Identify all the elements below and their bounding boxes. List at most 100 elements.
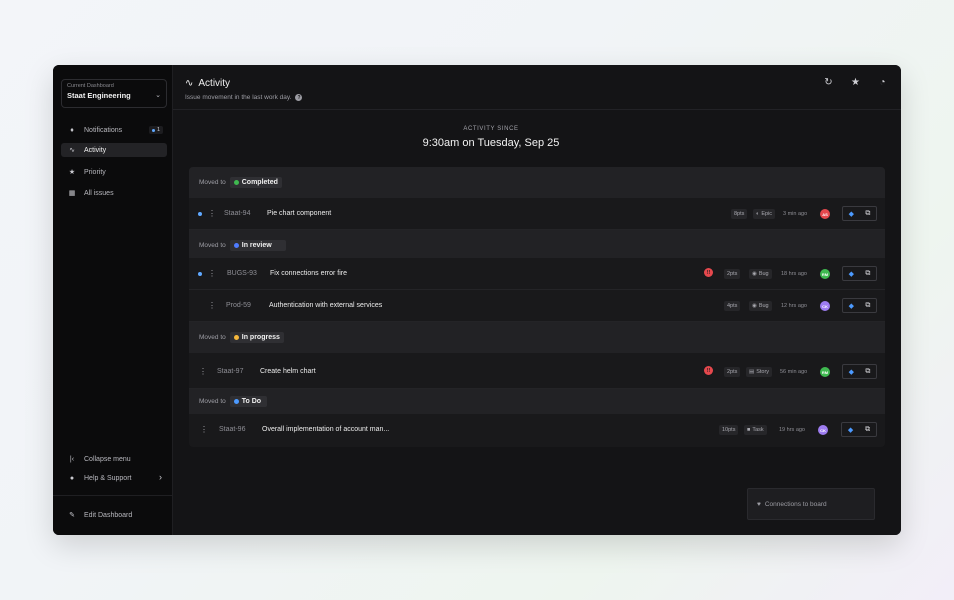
chevron-right-icon[interactable]: › — [159, 472, 162, 482]
status-badge: In review — [229, 240, 286, 251]
jira-icon[interactable]: ◆ — [849, 368, 854, 376]
avatar[interactable]: CK — [820, 301, 830, 311]
avatar[interactable]: RM — [820, 269, 830, 279]
page-subtitle-text: Issue movement in the last work day. — [185, 94, 292, 101]
sidebar-item-label: Activity — [84, 146, 107, 154]
help-icon[interactable]: ? — [295, 94, 303, 101]
jira-icon[interactable]: ◆ — [849, 270, 854, 278]
row-actions: ◆ ⧉ — [841, 422, 877, 437]
type-badge: ■ Task — [744, 425, 767, 435]
edit-dashboard-button[interactable]: ✎ Edit Dashboard — [61, 508, 167, 522]
sidebar: Current Dashboard Staat Engineering ⌄ ♦ … — [53, 65, 173, 535]
sidebar-item-label: Priority — [84, 168, 106, 176]
external-link-icon[interactable]: ⧉ — [865, 270, 870, 278]
unread-dot — [151, 128, 155, 132]
bug-icon: ◉ — [752, 303, 757, 309]
notification-count: 1 — [156, 127, 160, 133]
avatar[interactable]: AS — [820, 209, 830, 219]
group-prefix: Moved to — [199, 398, 226, 405]
issue-key[interactable]: Prod-59 — [226, 302, 251, 309]
external-link-icon[interactable]: ⧉ — [865, 368, 870, 376]
divider — [53, 495, 173, 496]
help-support-label: Help & Support — [84, 474, 132, 482]
jira-icon[interactable]: ◆ — [849, 302, 854, 310]
issue-key[interactable]: Staat-97 — [217, 368, 243, 375]
type-label: Bug — [758, 271, 769, 277]
sidebar-item-priority[interactable]: ★ Priority — [61, 165, 167, 179]
drag-handle-icon[interactable]: ⋮ — [208, 301, 216, 310]
issue-title[interactable]: Authentication with external services — [269, 302, 382, 309]
collapse-menu-button[interactable]: |‹ Collapse menu — [61, 452, 167, 466]
timestamp: 12 hrs ago — [781, 303, 807, 309]
priority-icon: !! — [704, 268, 713, 277]
issue-key[interactable]: Staat-94 — [224, 210, 250, 217]
issue-title[interactable]: Fix connections error fire — [270, 270, 347, 277]
group-header-in-review: Moved to In review — [189, 230, 885, 261]
status-dot — [233, 243, 239, 248]
table-row[interactable]: ⋮ BUGS-93 Fix connections error fire !! … — [189, 258, 885, 290]
grid-icon: ▦ — [68, 190, 76, 197]
jira-icon[interactable]: ◆ — [848, 426, 853, 434]
page-subtitle: Issue movement in the last work day. ? — [185, 94, 303, 101]
collapse-icon: |‹ — [69, 455, 75, 463]
status-dot — [233, 399, 239, 404]
refresh-icon[interactable]: ↻ — [822, 77, 835, 88]
row-actions: ◆ ⧉ — [842, 298, 877, 313]
activity-icon: ∿ — [185, 78, 194, 89]
group-header-to-do: Moved to To Do — [189, 389, 885, 414]
timestamp: 56 min ago — [780, 369, 808, 375]
epic-icon: ◐ — [756, 211, 760, 217]
issue-key[interactable]: Staat-96 — [219, 426, 245, 433]
external-link-icon[interactable]: ⧉ — [865, 426, 870, 434]
status-label: In progress — [241, 334, 280, 341]
issue-key[interactable]: BUGS-93 — [227, 270, 257, 277]
connections-toast[interactable]: ♥ Connections to board — [747, 488, 875, 520]
status-label: In review — [241, 242, 272, 249]
drag-handle-icon[interactable]: ⋮ — [199, 367, 207, 376]
activity-board: Moved to Completed ⋮ Staat-94 Pie chart … — [189, 167, 885, 447]
group-header-completed: Moved to Completed — [189, 167, 885, 198]
drag-handle-icon[interactable]: ⋮ — [208, 269, 216, 278]
external-link-icon[interactable]: ⧉ — [865, 210, 870, 218]
sidebar-item-all-issues[interactable]: ▦ All issues — [61, 186, 167, 200]
external-link-icon[interactable]: ⧉ — [865, 302, 870, 310]
group-prefix: Moved to — [199, 334, 226, 341]
row-actions: ◆ ⧉ — [842, 206, 877, 221]
edit-dashboard-label: Edit Dashboard — [84, 511, 133, 519]
sidebar-item-notifications[interactable]: ♦ Notifications 1 — [61, 123, 167, 137]
app-window: Current Dashboard Staat Engineering ⌄ ♦ … — [53, 65, 901, 535]
type-badge: ◉ Bug — [749, 301, 772, 311]
table-row[interactable]: ⋮ Staat-96 Overall implementation of acc… — [189, 414, 885, 447]
help-support-button[interactable]: ● Help & Support — [61, 471, 167, 485]
dashboard-select-value: Staat Engineering — [67, 91, 131, 100]
jira-icon[interactable]: ◆ — [849, 210, 854, 218]
status-dot — [233, 180, 239, 185]
drag-handle-icon[interactable]: ⋮ — [208, 209, 216, 218]
table-row[interactable]: ⋮ Staat-97 Create helm chart !! 2pts ▤ St… — [189, 353, 885, 389]
timestamp: 18 hrs ago — [781, 271, 807, 277]
sidebar-item-activity[interactable]: ∿ Activity — [61, 143, 167, 157]
avatar[interactable]: RM — [820, 367, 830, 377]
points-badge: 2pts — [724, 269, 741, 279]
points-badge: 4pts — [724, 301, 741, 311]
type-label: Story — [756, 369, 770, 375]
chevron-down-icon: ⌄ — [155, 92, 161, 99]
avatar[interactable]: CK — [818, 425, 828, 435]
issue-title[interactable]: Pie chart component — [267, 210, 331, 217]
unread-dot — [198, 272, 202, 276]
type-badge: ◉ Bug — [749, 269, 772, 279]
star-icon[interactable]: ★ — [849, 77, 862, 88]
bell-icon: ♦ — [70, 126, 74, 134]
group-prefix: Moved to — [199, 242, 226, 249]
row-actions: ◆ ⧉ — [842, 364, 877, 379]
dashboard-select[interactable]: Current Dashboard Staat Engineering ⌄ — [61, 79, 167, 108]
issue-title[interactable]: Overall implementation of account man... — [262, 426, 389, 433]
issue-title[interactable]: Create helm chart — [260, 368, 316, 375]
table-row[interactable]: ⋮ Prod-59 Authentication with external s… — [189, 290, 885, 322]
dashboard-select-label: Current Dashboard — [67, 83, 114, 89]
gauge-icon[interactable]: ◔ — [876, 77, 889, 88]
table-row[interactable]: ⋮ Staat-94 Pie chart component 8pts ◐ Epi… — [189, 198, 885, 230]
toast-label: Connections to board — [764, 500, 827, 508]
drag-handle-icon[interactable]: ⋮ — [200, 425, 208, 434]
status-badge: Completed — [229, 177, 282, 188]
